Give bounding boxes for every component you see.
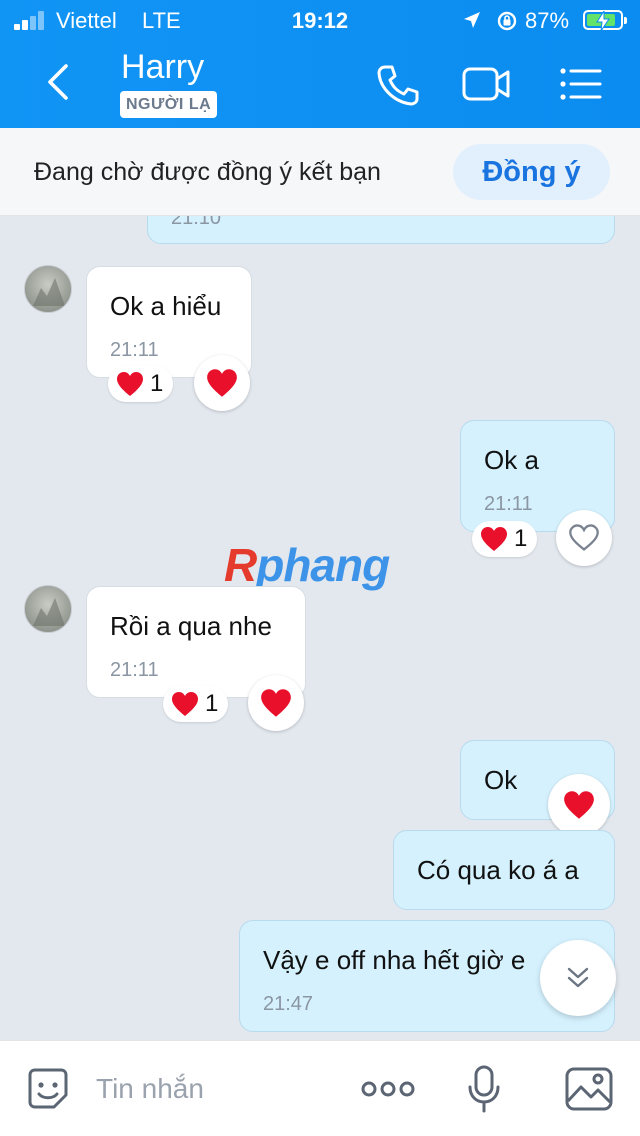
status-bar: Viettel LTE 19:12 87% — [0, 0, 640, 40]
friend-request-bar: Đang chờ được đồng ý kết bạn Đồng ý — [0, 128, 640, 216]
react-button[interactable] — [248, 675, 304, 731]
message-time: 21:11 — [110, 339, 159, 361]
chevron-double-down-icon — [567, 967, 589, 988]
video-icon[interactable] — [461, 62, 511, 106]
friend-request-text: Đang chờ được đồng ý kết bạn — [34, 158, 381, 186]
react-button[interactable] — [194, 355, 250, 411]
reaction-summary[interactable]: 1 — [472, 521, 538, 557]
avatar[interactable] — [24, 585, 72, 633]
rotation-lock-icon — [497, 11, 517, 31]
microphone-icon[interactable] — [466, 1065, 502, 1113]
heart-icon — [481, 527, 507, 551]
react-button[interactable] — [548, 774, 610, 836]
message-input-bar: Tin nhắn — [0, 1040, 640, 1136]
reaction-count: 1 — [205, 690, 219, 717]
location-icon — [464, 12, 480, 28]
menu-icon[interactable] — [556, 62, 606, 106]
reaction-count: 1 — [150, 370, 164, 397]
battery-percent: 87% — [525, 8, 570, 33]
reaction-summary[interactable]: 1 — [108, 366, 174, 402]
battery-icon — [583, 10, 627, 31]
message-bubble-outgoing[interactable]: Có qua ko á a — [393, 830, 615, 910]
message-input[interactable]: Tin nhắn — [96, 1073, 204, 1105]
heart-icon — [261, 689, 291, 717]
heart-icon — [172, 692, 198, 716]
message-text: Ok a hiểu — [110, 291, 222, 321]
phone-icon[interactable] — [372, 62, 422, 106]
reaction-summary[interactable]: 1 — [163, 686, 229, 722]
chat-header: Viettel LTE 19:12 87% Harry NGƯỜI LẠ — [0, 0, 640, 128]
image-icon[interactable] — [564, 1065, 614, 1113]
message-text: Ok — [484, 765, 518, 795]
message-time: 21:11 — [484, 493, 533, 515]
watermark-logo: Rphang — [224, 539, 390, 591]
avatar[interactable] — [24, 265, 72, 313]
message-time: 21:47 — [263, 993, 314, 1015]
heart-icon — [564, 791, 594, 819]
accept-friend-button[interactable]: Đồng ý — [453, 144, 610, 200]
message-text: Rồi a qua nhe — [110, 611, 272, 641]
message-text: Vậy e off nha hết giờ e — [263, 945, 526, 975]
more-icon[interactable] — [360, 1065, 416, 1113]
heart-outline-icon — [569, 524, 599, 551]
scroll-to-bottom-button[interactable] — [540, 940, 616, 1016]
sticker-icon[interactable] — [24, 1065, 72, 1113]
react-button[interactable] — [556, 510, 612, 566]
contact-name[interactable]: Harry — [121, 48, 204, 87]
message-text: Ok a — [484, 445, 539, 475]
message-time: 21:11 — [110, 659, 159, 681]
stranger-badge: NGƯỜI LẠ — [120, 91, 218, 118]
heart-icon — [207, 369, 237, 397]
reaction-count: 1 — [514, 525, 528, 552]
heart-icon — [117, 372, 143, 396]
back-icon[interactable] — [42, 62, 74, 102]
message-text: Có qua ko á a — [417, 855, 579, 885]
